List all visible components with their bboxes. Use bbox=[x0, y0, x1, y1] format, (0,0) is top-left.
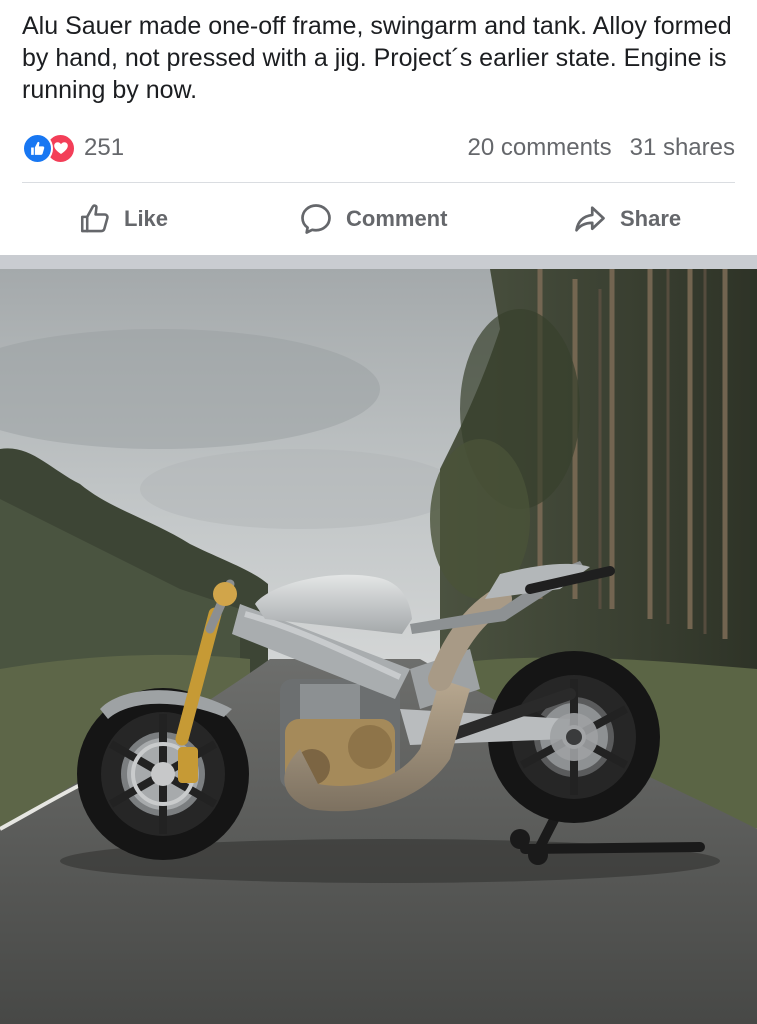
post-photo[interactable] bbox=[0, 269, 757, 1024]
stats-divider bbox=[22, 182, 735, 183]
engagement-counts: 20 comments 31 shares bbox=[468, 132, 735, 164]
like-reaction-icon bbox=[22, 132, 53, 164]
reaction-count: 251 bbox=[84, 134, 125, 161]
post-action-bar: Like Comment Share bbox=[0, 190, 757, 248]
share-arrow-icon bbox=[575, 206, 605, 232]
facebook-post: Alu Sauer made one-off frame, swingarm a… bbox=[0, 0, 757, 1024]
comments-count[interactable]: 20 comments bbox=[468, 134, 612, 162]
comment-label: Comment bbox=[346, 206, 448, 231]
post-stats-bar: 251 20 comments 31 shares bbox=[22, 128, 735, 168]
content-separator bbox=[0, 255, 757, 269]
share-label: Share bbox=[620, 206, 682, 231]
share-button[interactable]: Share bbox=[572, 190, 681, 248]
like-label: Like bbox=[124, 206, 169, 231]
comment-bubble-icon bbox=[301, 204, 331, 234]
shares-count[interactable]: 31 shares bbox=[630, 134, 735, 162]
thumbs-up-icon bbox=[80, 204, 109, 233]
post-caption: Alu Sauer made one-off frame, swingarm a… bbox=[22, 12, 732, 104]
comment-button[interactable]: Comment bbox=[298, 190, 447, 248]
reactions-summary[interactable]: 251 bbox=[22, 132, 124, 164]
like-button[interactable]: Like bbox=[78, 190, 168, 248]
